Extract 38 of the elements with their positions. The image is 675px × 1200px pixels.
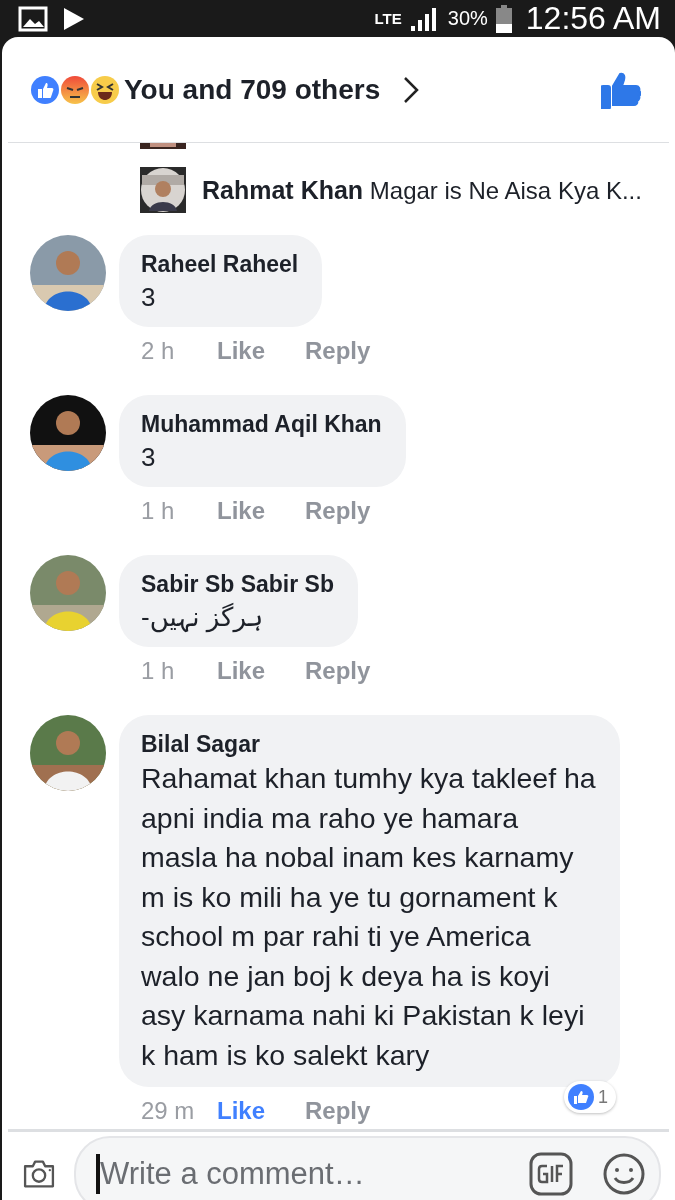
emoji-icon[interactable] [603, 1153, 645, 1195]
comment-author[interactable]: Bilal Sagar [141, 729, 596, 759]
comment-text: ہرگز نہیں- [141, 601, 264, 635]
reply-preview-text[interactable]: Rahmat Khan Magar is Ne Aisa Kya K... [202, 175, 642, 205]
comment-time: 1 h [141, 497, 176, 525]
comment-input[interactable]: Write a comment… [100, 1156, 499, 1192]
laughing-emoji-icon [90, 74, 120, 105]
clock: 12:56 AM [525, 0, 661, 37]
comment-time: 2 h [141, 337, 176, 365]
comment-text: 3 [141, 281, 157, 314]
reply-link[interactable]: Reply [305, 657, 393, 685]
network-label: LTE [374, 10, 402, 27]
like-thumb-icon[interactable] [601, 70, 641, 109]
angry-emoji-icon [60, 74, 90, 105]
like-link[interactable]: Like [217, 657, 305, 685]
comment-field[interactable]: Write a comment… [74, 1136, 661, 1200]
reaction-badge[interactable]: 1 [564, 1081, 616, 1113]
reply-link[interactable]: Reply [305, 497, 393, 525]
battery-percent: 30% [447, 7, 488, 30]
comment-author[interactable]: Sabir Sb Sabir Sb [141, 569, 334, 599]
reply-link[interactable]: Reply [305, 337, 393, 365]
reply-link[interactable]: Reply [305, 1097, 393, 1125]
like-link[interactable]: Like [217, 1097, 305, 1125]
reactions-summary[interactable]: You and 709 others [124, 73, 381, 106]
like-link[interactable]: Like [217, 337, 305, 365]
gif-icon[interactable] [529, 1152, 573, 1196]
comment-time: 29 m [141, 1097, 196, 1125]
comment-author[interactable]: Raheel Raheel [141, 249, 299, 279]
gallery-icon [18, 5, 48, 32]
chevron-right-icon[interactable] [402, 74, 421, 105]
battery-icon [495, 4, 512, 33]
comment-time: 1 h [141, 657, 176, 685]
like-link[interactable]: Like [217, 497, 305, 525]
comment-text: 3 [141, 441, 157, 474]
comment-author[interactable]: Muhammad Aqil Khan [141, 409, 382, 439]
comment-text: Rahamat khan tumhy kya takleef ha apni india ma raho ye hamara masla ha nobal inam kes karnamy m is ko mili ha ye tu gornament k school m par rahi ti ye America walo ne jan boj k deya ha is koyi asy karnama nahi ki Pakistan k leyi k ham is ko salekt kary [141, 761, 596, 1073]
play-icon [62, 5, 86, 32]
like-reaction-icon [30, 74, 60, 105]
